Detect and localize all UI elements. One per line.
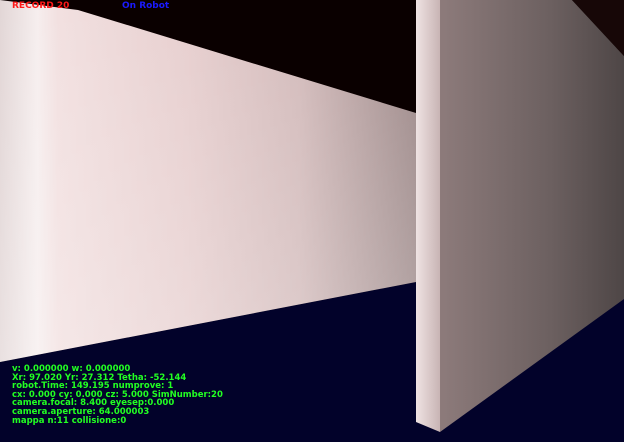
telemetry-map-collision: mappa n:11 collisione:0	[12, 415, 127, 426]
telemetry-panel: v: 0.000000 w: 0.000000 Xr: 97.020 Yr: 2…	[12, 365, 223, 425]
wall-block-front	[416, 0, 440, 432]
camera-mode-label: On Robot	[122, 1, 170, 11]
record-status-label: RECORD 20	[12, 1, 70, 11]
simulation-viewport: RECORD 20 On Robot v: 0.000000 w: 0.0000…	[0, 0, 624, 442]
